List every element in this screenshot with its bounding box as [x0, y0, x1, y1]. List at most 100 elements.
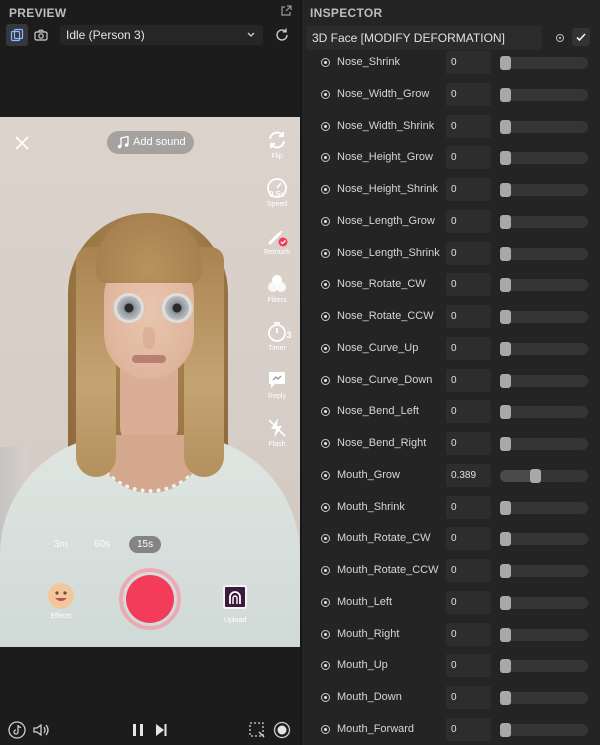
slider-thumb[interactable]: [500, 437, 511, 451]
slider-thumb[interactable]: [500, 87, 511, 102]
value-input[interactable]: 0: [446, 622, 491, 646]
retouch-button[interactable]: Retouch: [262, 225, 292, 269]
object-radio[interactable]: [556, 34, 564, 42]
row-radio[interactable]: [321, 185, 330, 194]
slider-thumb[interactable]: [500, 405, 511, 420]
value-input[interactable]: 0: [446, 82, 491, 106]
slider-thumb[interactable]: [500, 310, 511, 324]
slider-track[interactable]: [500, 341, 588, 356]
slider-thumb[interactable]: [529, 468, 541, 483]
slider-thumb[interactable]: [500, 341, 511, 356]
slider-track[interactable]: [500, 183, 588, 197]
slider-thumb[interactable]: [500, 595, 511, 610]
value-input[interactable]: 0: [446, 686, 491, 709]
scene-select[interactable]: Idle (Person 3): [60, 25, 263, 45]
slider-track[interactable]: [500, 659, 588, 674]
row-radio[interactable]: [321, 280, 330, 290]
slider-thumb[interactable]: [500, 246, 511, 261]
slider-track[interactable]: [500, 627, 588, 642]
value-input[interactable]: 0: [446, 273, 491, 297]
object-enabled-checkbox[interactable]: [572, 28, 590, 46]
timer-button[interactable]: 3 Timer: [262, 321, 292, 365]
add-sound-button[interactable]: Add sound: [107, 131, 194, 154]
filters-button[interactable]: Filters: [262, 273, 292, 317]
slider-track[interactable]: [500, 564, 588, 578]
slider-thumb[interactable]: [500, 532, 511, 547]
slider-track[interactable]: [500, 468, 588, 483]
slider-track[interactable]: [500, 595, 588, 610]
value-input[interactable]: 0: [446, 51, 491, 74]
slider-thumb[interactable]: [500, 659, 511, 674]
row-radio[interactable]: [321, 502, 330, 512]
row-radio[interactable]: [321, 693, 330, 702]
slider-track[interactable]: [500, 500, 588, 515]
value-input[interactable]: 0: [446, 400, 491, 424]
reply-button[interactable]: Reply: [262, 369, 292, 413]
row-radio[interactable]: [321, 470, 330, 480]
row-radio[interactable]: [321, 566, 330, 575]
slider-track[interactable]: [500, 437, 588, 451]
slider-track[interactable]: [500, 532, 588, 547]
slider-track[interactable]: [500, 56, 588, 70]
value-input[interactable]: 0: [446, 432, 491, 455]
row-radio[interactable]: [321, 58, 330, 67]
simulator-mode-button[interactable]: [6, 24, 28, 46]
slider-thumb[interactable]: [500, 500, 511, 515]
value-input[interactable]: 0: [446, 305, 491, 328]
value-input[interactable]: 0: [446, 178, 491, 201]
slider-track[interactable]: [500, 722, 588, 737]
value-input[interactable]: 0: [446, 209, 491, 233]
step-forward-icon[interactable]: [153, 721, 169, 739]
slider-thumb[interactable]: [500, 627, 511, 642]
popout-icon[interactable]: [280, 5, 292, 17]
slider-track[interactable]: [500, 691, 588, 705]
value-input[interactable]: 0: [446, 654, 491, 678]
row-radio[interactable]: [321, 153, 330, 163]
slider-thumb[interactable]: [500, 119, 511, 134]
row-radio[interactable]: [321, 629, 330, 639]
close-icon[interactable]: [14, 135, 30, 151]
row-radio[interactable]: [321, 597, 330, 607]
camera-viewport[interactable]: Add sound Flip 0.5x Speed Retouch Filter…: [0, 117, 300, 647]
pause-icon[interactable]: [130, 721, 146, 739]
flash-button[interactable]: Flash: [262, 417, 292, 461]
value-input[interactable]: 0.389: [446, 463, 491, 487]
row-radio[interactable]: [321, 407, 330, 417]
volume-icon[interactable]: [32, 721, 50, 739]
record-button[interactable]: [119, 568, 181, 630]
value-input[interactable]: 0: [446, 336, 491, 360]
slider-thumb[interactable]: [500, 564, 511, 578]
slider-thumb[interactable]: [500, 183, 511, 197]
slider-track[interactable]: [500, 151, 588, 166]
reload-icon[interactable]: [274, 27, 290, 43]
row-radio[interactable]: [321, 375, 330, 385]
effects-button[interactable]: Effects: [46, 583, 76, 629]
value-input[interactable]: 0: [446, 241, 491, 265]
slider-track[interactable]: [500, 246, 588, 261]
slider-track[interactable]: [500, 373, 588, 388]
slider-thumb[interactable]: [500, 214, 511, 229]
slider-thumb[interactable]: [500, 691, 511, 705]
speed-button[interactable]: 0.5x Speed: [262, 177, 292, 221]
value-input[interactable]: 0: [446, 527, 491, 551]
value-input[interactable]: 0: [446, 717, 491, 741]
row-radio[interactable]: [321, 89, 330, 99]
tiktok-logo-icon[interactable]: [8, 721, 26, 739]
flip-button[interactable]: Flip: [262, 129, 292, 173]
value-input[interactable]: 0: [446, 590, 491, 614]
value-input[interactable]: 0: [446, 114, 491, 138]
duration-3m[interactable]: 3m: [54, 539, 68, 550]
slider-thumb[interactable]: [500, 373, 511, 388]
value-input[interactable]: 0: [446, 495, 491, 519]
upload-button[interactable]: Upload: [220, 585, 250, 631]
slider-track[interactable]: [500, 87, 588, 102]
row-radio[interactable]: [321, 343, 330, 353]
row-radio[interactable]: [321, 216, 330, 226]
row-radio[interactable]: [321, 248, 330, 258]
row-radio[interactable]: [321, 439, 330, 448]
row-radio[interactable]: [321, 121, 330, 131]
duration-15s[interactable]: 15s: [129, 536, 162, 553]
row-radio[interactable]: [321, 312, 330, 321]
slider-track[interactable]: [500, 310, 588, 324]
slider-track[interactable]: [500, 214, 588, 229]
